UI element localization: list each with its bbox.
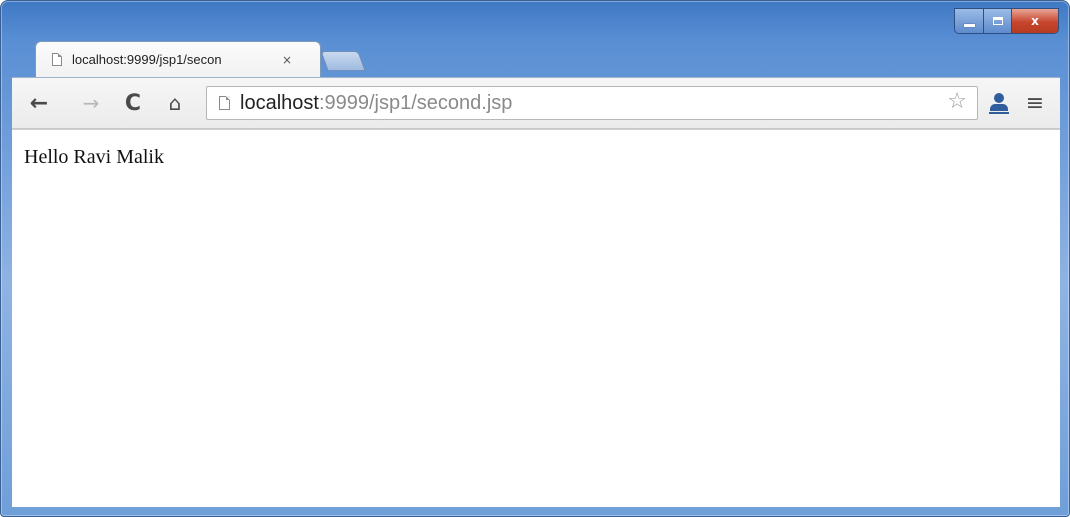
tab-close-icon[interactable]: × (282, 53, 292, 67)
star-icon[interactable]: ☆ (947, 89, 967, 114)
address-text: localhost:9999/jsp1/second.jsp (240, 92, 512, 115)
toolbar: ← → C ⌂ localhost:9999/jsp1/second.jsp ☆… (12, 77, 1060, 129)
address-path: :9999/jsp1/second.jsp (318, 91, 513, 114)
page-icon (52, 53, 62, 66)
page-icon (219, 96, 230, 110)
address-host: localhost (240, 91, 319, 114)
extension-button[interactable] (984, 88, 1014, 118)
window-close-icon: x (1031, 14, 1039, 28)
maximize-icon (992, 17, 1003, 25)
forward-icon[interactable]: → (78, 88, 104, 118)
new-tab-button[interactable] (320, 51, 366, 71)
browser-window: x localhost:9999/jsp1/secon × ← → C ⌂ lo… (0, 0, 1070, 517)
reload-icon[interactable]: C (120, 88, 146, 118)
tab-title: localhost:9999/jsp1/secon (72, 52, 222, 67)
extension-icon (989, 92, 1009, 114)
maximize-button[interactable] (984, 9, 1012, 33)
window-close-button[interactable]: x (1012, 9, 1058, 33)
address-bar[interactable]: localhost:9999/jsp1/second.jsp ☆ (206, 86, 978, 120)
home-icon[interactable]: ⌂ (162, 88, 188, 118)
page-text: Hello Ravi Malik (24, 146, 164, 168)
menu-icon[interactable]: ≡ (1020, 88, 1050, 118)
tab-active[interactable]: localhost:9999/jsp1/secon × (35, 41, 321, 77)
back-icon[interactable]: ← (26, 88, 52, 118)
page-content: Hello Ravi Malik (12, 129, 1060, 507)
window-controls: x (954, 8, 1059, 34)
minimize-icon (963, 23, 975, 27)
minimize-button[interactable] (955, 9, 984, 33)
